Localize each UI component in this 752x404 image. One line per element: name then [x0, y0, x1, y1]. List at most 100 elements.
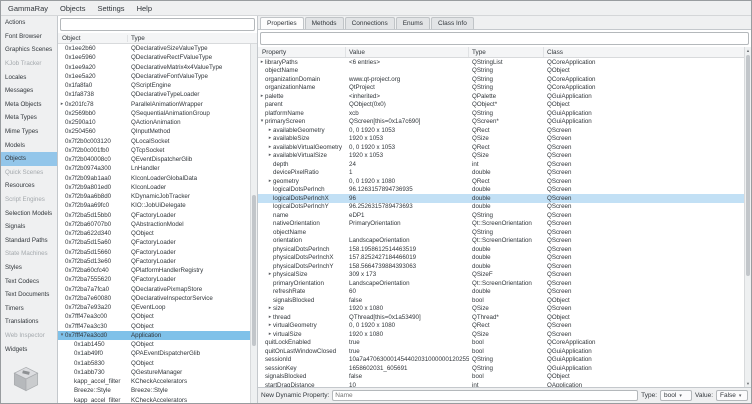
object-tree-row[interactable]: 0x201fc78 ParallelAnimationWrapper [58, 100, 257, 109]
object-tree-row[interactable]: 0x7fff47ea3c30 QObject [58, 322, 257, 331]
property-row[interactable]: platformName xcb QString QGuiApplication [258, 109, 744, 118]
object-tree-row[interactable]: 0x7f2ba60707b0 QAbstractionModel [58, 220, 257, 229]
sidebar-item[interactable]: Meta Objects [1, 98, 57, 112]
object-tree-row[interactable]: 0x1ab5830 QObject [58, 359, 257, 368]
property-row[interactable]: primaryOrientation LandscapeOrientation … [258, 279, 744, 288]
property-row[interactable]: depth 24 int QScreen [258, 160, 744, 169]
scroll-up-arrow-icon[interactable] [745, 47, 751, 54]
sidebar-item[interactable]: Signals [1, 220, 57, 234]
inspector-tab[interactable]: Enums [396, 17, 430, 29]
inspector-tab[interactable]: Class Info [431, 17, 474, 29]
object-list-scrollbar[interactable] [250, 44, 257, 403]
object-tree-row[interactable]: 0x1ee5a20 QDeclarativeFontValueType [58, 72, 257, 81]
property-row[interactable]: libraryPaths <6 entries> QStringList QCo… [258, 58, 744, 67]
object-tree-row[interactable]: 0x7f2b0c001fb0 QTcpSocket [58, 146, 257, 155]
property-row[interactable]: physicalDotsPerInchX 157.825242718446601… [258, 254, 744, 263]
object-tree-row[interactable]: kapp_accel_filter KCheckAccelerators [58, 396, 257, 404]
sidebar-item[interactable]: Models [1, 138, 57, 152]
property-row[interactable]: orientation LandscapeOrientation Qt::Scr… [258, 237, 744, 246]
object-tree-row[interactable]: 0x7f2b040008c0 QEventDispatcherGlib [58, 155, 257, 164]
object-tree-row[interactable]: 0x7f2ba5d15a60 QFactoryLoader [58, 238, 257, 247]
property-row[interactable]: virtualGeometry 0, 0 1920 x 1080 QRect Q… [258, 322, 744, 331]
object-tree-row[interactable]: Breeze::Style Breeze::Style [58, 386, 257, 395]
sidebar-item[interactable]: Mime Types [1, 125, 57, 139]
property-row[interactable]: name eDP1 QString QScreen [258, 211, 744, 220]
property-row[interactable]: quitOnLastWindowClosed true bool QGuiApp… [258, 347, 744, 356]
sidebar-item[interactable]: Messages [1, 84, 57, 98]
scroll-down-arrow-icon[interactable] [745, 380, 751, 387]
property-row[interactable]: sessionId 10a7a4706300014544020310000001… [258, 356, 744, 365]
object-tree-row[interactable]: 0x7f2b9aa6b8d0 KDynamicJobTracker [58, 192, 257, 201]
property-row[interactable]: organizationName QtProject QString QCore… [258, 84, 744, 93]
property-row[interactable]: logicalDotsPerInchY 96.2526315789473693 … [258, 203, 744, 212]
property-row[interactable]: size 1920 x 1080 QSize QScreen [258, 305, 744, 314]
column-header-value[interactable]: Value [346, 47, 469, 57]
object-tree-row[interactable]: 0x7f2ba60cfc40 QPlatformHandlerRegistry [58, 266, 257, 275]
sidebar-item[interactable]: Actions [1, 16, 57, 30]
object-tree-row[interactable]: 0x1ab49f0 QPAEventDispatcherGlib [58, 349, 257, 358]
property-row[interactable]: geometry 0, 0 1920 x 1080 QRect QScreen [258, 177, 744, 186]
object-tree-row[interactable]: 0x7f2b0c003120 QLocalSocket [58, 137, 257, 146]
sidebar-item[interactable]: Timers [1, 301, 57, 315]
object-tree-row[interactable]: 0x7fff47ea3c00 QObject [58, 312, 257, 321]
object-tree-row[interactable]: 0x2504560 QInputMethod [58, 127, 257, 136]
value-combobox[interactable]: False [716, 390, 748, 401]
property-row[interactable]: availableVirtualSize 1920 x 1053 QSize Q… [258, 152, 744, 161]
sidebar-item[interactable]: Selection Models [1, 206, 57, 220]
object-tree-row[interactable]: 0x2569bb0 QSequentialAnimationGroup [58, 109, 257, 118]
property-row[interactable]: availableVirtualGeometry 0, 0 1920 x 105… [258, 143, 744, 152]
property-row[interactable]: palette <inherited> QPalette QGuiApplica… [258, 92, 744, 101]
sidebar-item[interactable]: Translations [1, 315, 57, 329]
sidebar-item[interactable]: Graphics Scenes [1, 43, 57, 57]
property-row[interactable]: availableGeometry 0, 0 1920 x 1053 QRect… [258, 126, 744, 135]
object-tree-row[interactable]: 0x2590a10 QActionAnimation [58, 118, 257, 127]
property-row[interactable]: physicalSize 309 x 173 QSizeF QScreen [258, 271, 744, 280]
object-tree-row[interactable]: 0x1abb730 QGestureManager [58, 368, 257, 377]
object-tree-row[interactable]: 0x1ee5960 QDeclarativeRectFValueType [58, 53, 257, 62]
column-header-type[interactable]: Type [469, 47, 544, 57]
sidebar-item[interactable]: Widgets [1, 342, 57, 356]
property-row[interactable]: organizationDomain www.qt-project.org QS… [258, 75, 744, 84]
column-header-type[interactable]: Type [128, 35, 257, 42]
object-tree-row[interactable]: 0x7fff47ea3cd0 Application [58, 331, 257, 340]
menu-item[interactable]: GammaRay [2, 1, 54, 15]
sidebar-item[interactable]: Font Browser [1, 30, 57, 44]
property-row[interactable]: parent QObject(0x0) QObject* QObject [258, 101, 744, 110]
object-tree-row[interactable]: 0x7f2ba622d340 QObject [58, 229, 257, 238]
inspector-tab[interactable]: Properties [260, 17, 304, 29]
object-tree-row[interactable]: kapp_accel_filter KCheckAccelerators [58, 377, 257, 386]
sidebar-item[interactable]: Objects [1, 152, 57, 166]
property-row[interactable]: objectName QString QObject [258, 67, 744, 76]
sidebar-item[interactable]: Web Inspector [1, 329, 57, 343]
inspector-tab[interactable]: Connections [345, 17, 395, 29]
object-tree-row[interactable]: 0x7f2b0974a300 LnHandler [58, 164, 257, 173]
object-tree-row[interactable]: 0x7f2b9aa69fc0 KIO::JobUiDelegate [58, 201, 257, 210]
property-row[interactable]: objectName QString QScreen [258, 228, 744, 237]
scrollbar-thumb[interactable] [252, 195, 256, 346]
sidebar-item[interactable]: Meta Types [1, 111, 57, 125]
scrollbar-thumb[interactable] [746, 55, 750, 276]
property-row[interactable]: signalsBlocked false bool QObject [258, 296, 744, 305]
object-tree-row[interactable]: 0x1ee2b60 QDeclarativeSizeValueType [58, 44, 257, 53]
object-tree-row[interactable]: 0x7f2ba7e93a20 QEventLoop [58, 303, 257, 312]
object-tree-row[interactable]: 0x7f2b09ab1aa0 KIconLoaderGlobalData [58, 174, 257, 183]
sidebar-item[interactable]: State Machines [1, 247, 57, 261]
object-tree-row[interactable]: 0x7f2ba5d15660 QFactoryLoader [58, 248, 257, 257]
object-tree-row[interactable]: 0x7f2ba7a7fca0 QDeclarativePixmapStore [58, 285, 257, 294]
property-row[interactable]: refreshRate 60 double QScreen [258, 288, 744, 297]
menu-item[interactable]: Help [131, 1, 158, 15]
property-row[interactable]: physicalDotsPerInch 158.1958612514463519… [258, 245, 744, 254]
type-combobox[interactable]: bool [660, 390, 692, 401]
property-row[interactable]: virtualSize 1920 x 1080 QSize QScreen [258, 330, 744, 339]
property-row[interactable]: logicalDotsPerInch 96.1263157894736935 d… [258, 186, 744, 195]
sidebar-item[interactable]: KJob Tracker [1, 57, 57, 71]
object-search-input[interactable] [60, 18, 255, 31]
object-tree-row[interactable]: 0x1fa8fa0 QScriptEngine [58, 81, 257, 90]
property-row[interactable]: quitLockEnabled true bool QCoreApplicati… [258, 339, 744, 348]
object-tree-row[interactable]: 0x1ee9a20 QDeclarativeMatrix4x4ValueType [58, 63, 257, 72]
sidebar-item[interactable]: Standard Paths [1, 234, 57, 248]
property-row[interactable]: physicalDotsPerInchY 158.566473988439306… [258, 262, 744, 271]
property-row[interactable]: nativeOrientation PrimaryOrientation Qt:… [258, 220, 744, 229]
column-header-object[interactable]: Object [58, 35, 128, 42]
object-tree-row[interactable]: 0x1fa8738 QDeclarativeTypeLoader [58, 90, 257, 99]
